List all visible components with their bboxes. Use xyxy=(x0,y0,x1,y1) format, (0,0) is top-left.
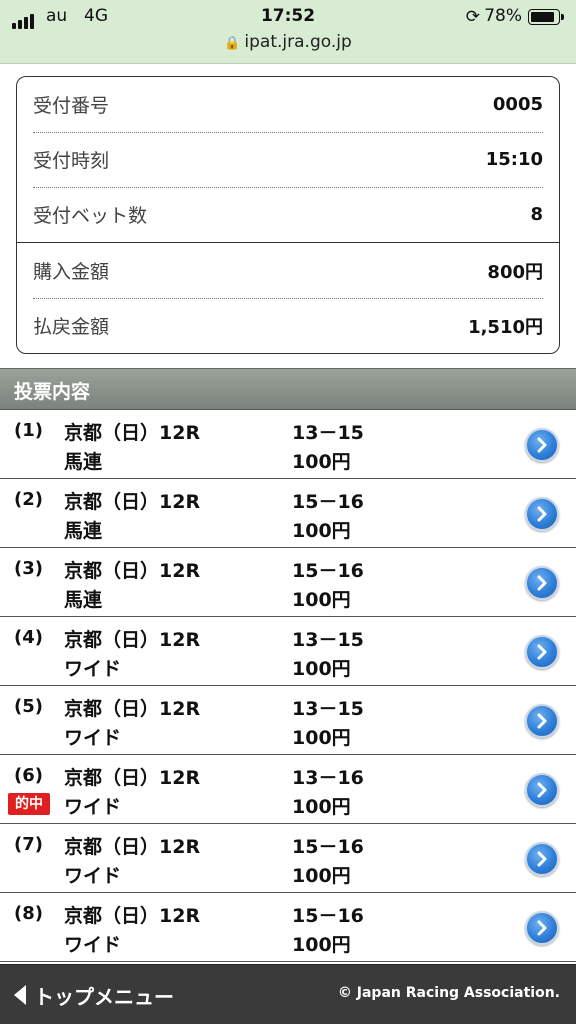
chevron-right-icon[interactable] xyxy=(525,635,559,669)
url-text: ipat.jra.go.jp xyxy=(244,32,352,52)
bet-type: ワイド xyxy=(64,727,122,749)
bet-amount: 100円 xyxy=(292,451,351,473)
bet-race: 京都（日）12R xyxy=(64,836,201,858)
bet-combination: 15－16 xyxy=(292,905,364,927)
bet-amount: 100円 xyxy=(292,796,351,818)
bet-row[interactable]: (8) 京都（日）12R ワイド 15－16 100円 xyxy=(0,893,576,962)
chevron-right-icon[interactable] xyxy=(525,704,559,738)
chevron-right-icon[interactable] xyxy=(525,842,559,876)
bet-row[interactable]: (7) 京都（日）12R ワイド 15－16 100円 xyxy=(0,824,576,893)
bet-race: 京都（日）12R xyxy=(64,698,201,720)
copyright-text: © Japan Racing Association. xyxy=(337,985,560,1001)
bet-row[interactable]: (1) 京都（日）12R 馬連 13－15 100円 xyxy=(0,410,576,479)
bet-combination: 13－15 xyxy=(292,422,364,444)
bet-number: (4) xyxy=(14,627,43,648)
bet-list: (1) 京都（日）12R 馬連 13－15 100円 (2) 京都（日）12R … xyxy=(0,410,576,962)
bet-race: 京都（日）12R xyxy=(64,422,201,444)
bet-combination: 15－16 xyxy=(292,491,364,513)
bet-amount: 100円 xyxy=(292,865,351,887)
summary-label: 購入金額 xyxy=(33,261,110,283)
summary-row-receipt-number: 受付番号 0005 xyxy=(33,77,543,132)
back-arrow-icon xyxy=(14,985,26,1005)
rotation-lock-icon: ⟳ xyxy=(465,7,480,27)
bet-type: ワイド xyxy=(64,796,122,818)
summary-value: 1,510円 xyxy=(468,316,543,338)
bet-number: (3) xyxy=(14,558,43,579)
bet-row[interactable]: (5) 京都（日）12R ワイド 13－15 100円 xyxy=(0,686,576,755)
bet-row[interactable]: (6) 的中 京都（日）12R ワイド 13－16 100円 xyxy=(0,755,576,824)
bet-number: (8) xyxy=(14,903,43,924)
bet-race: 京都（日）12R xyxy=(64,905,201,927)
summary-label: 受付番号 xyxy=(33,95,110,117)
bet-combination: 13－15 xyxy=(292,629,364,651)
bet-number: (2) xyxy=(14,489,43,510)
bet-row[interactable]: (4) 京都（日）12R ワイド 13－15 100円 xyxy=(0,617,576,686)
hit-badge: 的中 xyxy=(8,793,50,815)
bet-race: 京都（日）12R xyxy=(64,560,201,582)
bet-combination: 15－16 xyxy=(292,560,364,582)
battery-percent: 78% xyxy=(484,6,522,26)
bet-number: (7) xyxy=(14,834,43,855)
summary-value: 15:10 xyxy=(485,149,543,170)
summary-row-bet-count: 受付ベット数 8 xyxy=(33,187,543,242)
bet-combination: 13－16 xyxy=(292,767,364,789)
bet-row[interactable]: (3) 京都（日）12R 馬連 15－16 100円 xyxy=(0,548,576,617)
section-header-bet-details: 投票内容 xyxy=(0,368,576,410)
lock-icon: 🔒 xyxy=(224,36,241,51)
bet-race: 京都（日）12R xyxy=(64,629,201,651)
bet-number: (1) xyxy=(14,420,43,441)
receipt-summary-card: 受付番号 0005 受付時刻 15:10 受付ベット数 8 購入金額 800円 … xyxy=(16,76,560,354)
bet-amount: 100円 xyxy=(292,658,351,680)
summary-row-payout-amount: 払戻金額 1,510円 xyxy=(33,298,543,353)
bet-type: ワイド xyxy=(64,865,122,887)
bet-race: 京都（日）12R xyxy=(64,767,201,789)
chevron-right-icon[interactable] xyxy=(525,773,559,807)
chevron-right-icon[interactable] xyxy=(525,497,559,531)
bet-type: 馬連 xyxy=(64,451,103,473)
top-menu-label: トップメニュー xyxy=(34,984,174,1009)
summary-value: 0005 xyxy=(492,94,543,115)
bet-combination: 15－16 xyxy=(292,836,364,858)
bet-type: 馬連 xyxy=(64,589,103,611)
summary-value: 8 xyxy=(530,204,543,225)
bet-race: 京都（日）12R xyxy=(64,491,201,513)
summary-row-purchase-amount: 購入金額 800円 xyxy=(33,243,543,298)
bet-amount: 100円 xyxy=(292,520,351,542)
bet-type: ワイド xyxy=(64,658,122,680)
chevron-right-icon[interactable] xyxy=(525,428,559,462)
section-title: 投票内容 xyxy=(14,381,91,403)
bet-row[interactable]: (2) 京都（日）12R 馬連 15－16 100円 xyxy=(0,479,576,548)
chevron-right-icon[interactable] xyxy=(525,911,559,945)
bet-amount: 100円 xyxy=(292,727,351,749)
top-menu-button[interactable]: トップメニュー xyxy=(14,981,174,1009)
bet-type: 馬連 xyxy=(64,520,103,542)
bet-combination: 13－15 xyxy=(292,698,364,720)
battery-icon xyxy=(528,9,564,25)
bet-number: (6) xyxy=(14,765,43,786)
address-bar[interactable]: 🔒 ipat.jra.go.jp xyxy=(0,32,576,52)
footer-bar: トップメニュー © Japan Racing Association. xyxy=(0,964,576,1024)
summary-label: 受付ベット数 xyxy=(33,205,148,227)
summary-label: 受付時刻 xyxy=(33,150,110,172)
summary-row-receipt-time: 受付時刻 15:10 xyxy=(33,132,543,187)
summary-label: 払戻金額 xyxy=(33,316,110,338)
bet-amount: 100円 xyxy=(292,589,351,611)
summary-value: 800円 xyxy=(487,261,543,283)
bet-type: ワイド xyxy=(64,934,122,956)
bet-amount: 100円 xyxy=(292,934,351,956)
bet-number: (5) xyxy=(14,696,43,717)
status-bar: au 4G 17:52 ⟳ 78% 🔒 ipat.jra.go.jp xyxy=(0,0,576,64)
chevron-right-icon[interactable] xyxy=(525,566,559,600)
